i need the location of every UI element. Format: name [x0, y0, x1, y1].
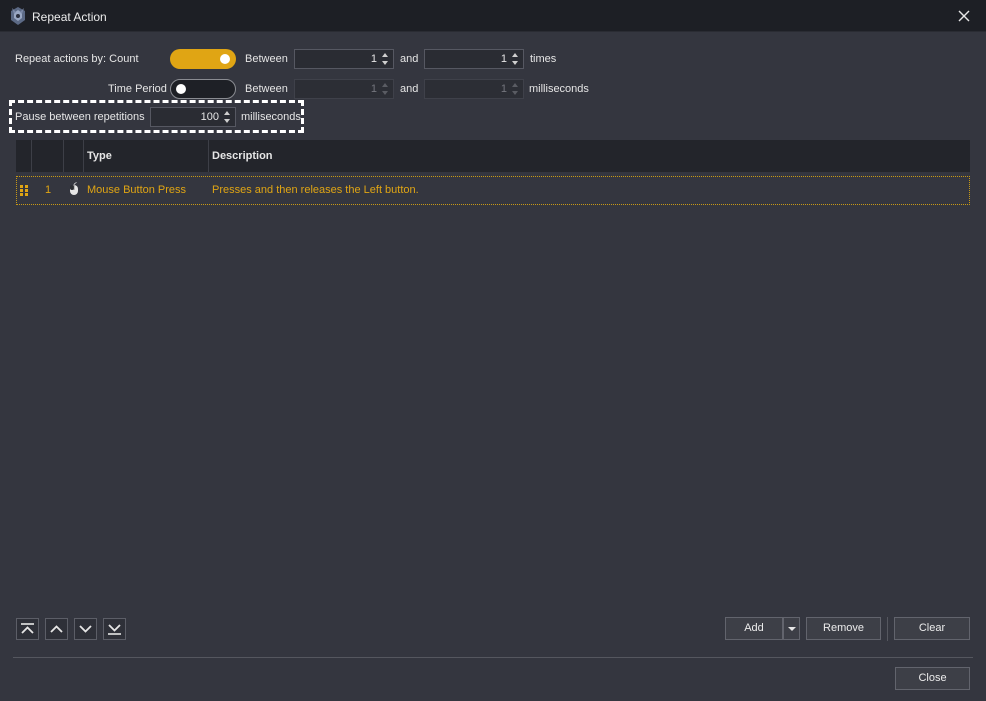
move-to-top-button[interactable]	[16, 618, 39, 640]
move-down-button[interactable]	[74, 618, 97, 640]
count-from-stepper[interactable]: 1	[294, 49, 394, 69]
count-to-value: 1	[500, 53, 507, 65]
time-to-value: 1	[500, 83, 507, 95]
time-to-stepper[interactable]: 1	[424, 79, 524, 99]
time-to-down-icon[interactable]	[512, 91, 518, 95]
count-from-down-icon[interactable]	[382, 61, 388, 65]
time-from-up-icon[interactable]	[382, 83, 388, 87]
count-to-stepper[interactable]: 1	[424, 49, 524, 69]
pause-down-icon[interactable]	[224, 119, 230, 123]
time-from-value: 1	[370, 83, 377, 95]
count-and-label: and	[400, 53, 419, 65]
table-header: Type Description	[16, 140, 970, 172]
clear-button[interactable]: Clear	[894, 617, 970, 640]
close-icon[interactable]	[956, 8, 972, 24]
count-from-value: 1	[370, 53, 377, 65]
toggle-knob	[176, 84, 186, 94]
row-index: 1	[45, 184, 52, 196]
button-divider	[887, 617, 888, 641]
repeat-by-label: Repeat actions by: Count	[15, 53, 139, 65]
move-up-icon	[50, 625, 63, 633]
move-to-bottom-icon	[108, 624, 121, 635]
column-header-description[interactable]: Description	[212, 150, 273, 162]
window-title: Repeat Action	[32, 10, 107, 24]
time-period-toggle[interactable]	[170, 79, 236, 99]
time-period-label: Time Period	[108, 83, 167, 95]
row-type: Mouse Button Press	[87, 184, 187, 196]
pause-stepper[interactable]: 100	[150, 107, 236, 127]
pause-up-icon[interactable]	[224, 111, 230, 115]
move-to-top-icon	[21, 623, 34, 634]
count-from-up-icon[interactable]	[382, 53, 388, 57]
move-down-icon	[79, 625, 92, 633]
toggle-knob	[220, 54, 230, 64]
close-button[interactable]: Close	[895, 667, 970, 690]
time-from-down-icon[interactable]	[382, 91, 388, 95]
table-row[interactable]: 1 Mouse Button Press Presses and then re…	[16, 176, 970, 205]
count-to-up-icon[interactable]	[512, 53, 518, 57]
time-unit-label: milliseconds	[529, 83, 589, 95]
move-up-button[interactable]	[45, 618, 68, 640]
time-and-label: and	[400, 83, 419, 95]
pause-unit-label: milliseconds	[241, 111, 301, 123]
count-between-label: Between	[245, 53, 288, 65]
pause-value: 100	[200, 111, 219, 123]
pause-label: Pause between repetitions	[15, 111, 145, 123]
footer-divider	[13, 657, 973, 658]
mouse-icon	[70, 182, 78, 195]
time-between-label: Between	[245, 83, 288, 95]
time-to-up-icon[interactable]	[512, 83, 518, 87]
drag-handle-icon[interactable]	[20, 185, 28, 197]
move-to-bottom-button[interactable]	[103, 618, 126, 640]
row-description: Presses and then releases the Left butto…	[212, 184, 419, 196]
time-from-stepper[interactable]: 1	[294, 79, 394, 99]
add-dropdown-chevron-down-icon[interactable]	[783, 617, 800, 640]
count-to-down-icon[interactable]	[512, 61, 518, 65]
remove-button[interactable]: Remove	[806, 617, 881, 640]
title-bar: Repeat Action	[0, 0, 986, 32]
count-unit-label: times	[530, 53, 557, 65]
app-logo-icon	[11, 7, 25, 25]
add-button[interactable]: Add	[725, 617, 783, 640]
count-toggle[interactable]	[170, 49, 236, 69]
column-header-type[interactable]: Type	[87, 150, 112, 162]
